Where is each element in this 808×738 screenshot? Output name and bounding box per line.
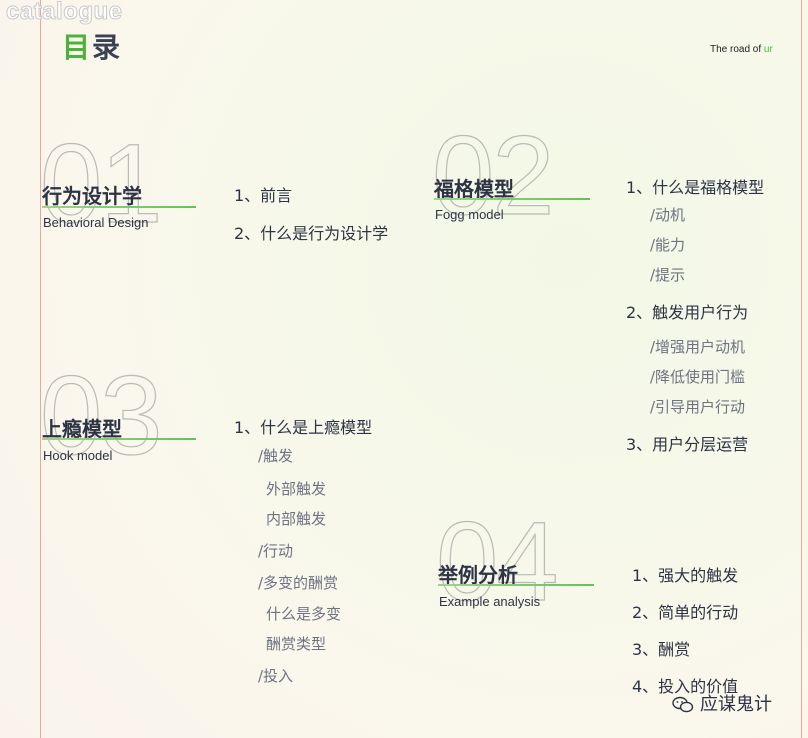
frame-right-line: [801, 0, 802, 738]
section-01-underline: [42, 206, 196, 208]
section-02-item: /引导用户行动: [650, 398, 746, 416]
section-02-item: /增强用户动机: [650, 338, 746, 356]
section-03-item: /触发: [258, 447, 294, 465]
section-02-item: /降低使用门槛: [650, 368, 746, 386]
section-02-item: /动机: [650, 206, 686, 224]
section-02-underline: [434, 198, 590, 200]
section-03-item: 内部触发: [266, 510, 327, 528]
section-03-item: /投入: [258, 667, 294, 685]
section-03-item: 酬赏类型: [266, 635, 327, 653]
section-02-item: /能力: [650, 236, 686, 254]
section-03-item: 什么是多变: [266, 605, 342, 623]
tagline-prefix: The road of: [710, 44, 764, 55]
section-04-item: 1、强大的触发: [632, 566, 739, 585]
section-04-item: 2、简单的行动: [632, 603, 739, 622]
tagline: The road of ur: [710, 44, 773, 55]
brand-name: 应谋鬼计: [700, 694, 772, 715]
section-02-item: 2、触发用户行为: [626, 303, 749, 322]
section-03-underline: [42, 438, 196, 440]
tagline-highlight: ur: [763, 44, 773, 55]
section-03-item: /多变的酬赏: [258, 574, 339, 592]
section-03-item: 外部触发: [266, 480, 327, 498]
section-02-item: 1、什么是福格模型: [626, 178, 765, 197]
section-04-underline: [438, 584, 594, 586]
section-01-item: 1、前言: [234, 186, 293, 205]
wechat-icon: [672, 696, 694, 713]
section-03-item: 1、什么是上瘾模型: [234, 418, 373, 437]
section-01-subtitle: Behavioral Design: [43, 215, 149, 230]
brand-watermark: 应谋鬼计: [672, 690, 772, 716]
section-01-title: 行为设计学: [42, 184, 142, 208]
section-04-subtitle: Example analysis: [439, 594, 541, 609]
page-title: 目录: [62, 26, 122, 66]
section-03-item: /行动: [258, 542, 294, 560]
section-02-item: /提示: [650, 266, 686, 284]
section-04-item: 3、酬赏: [632, 640, 691, 659]
catalogue-watermark: catalogue: [6, 0, 123, 26]
section-02-item: 3、用户分层运营: [626, 435, 749, 454]
section-02-subtitle: Fogg model: [435, 207, 504, 222]
section-03-subtitle: Hook model: [43, 448, 113, 463]
title-first-char: 目: [62, 31, 93, 64]
title-rest: 录: [92, 31, 123, 64]
section-01-item: 2、什么是行为设计学: [234, 224, 389, 243]
